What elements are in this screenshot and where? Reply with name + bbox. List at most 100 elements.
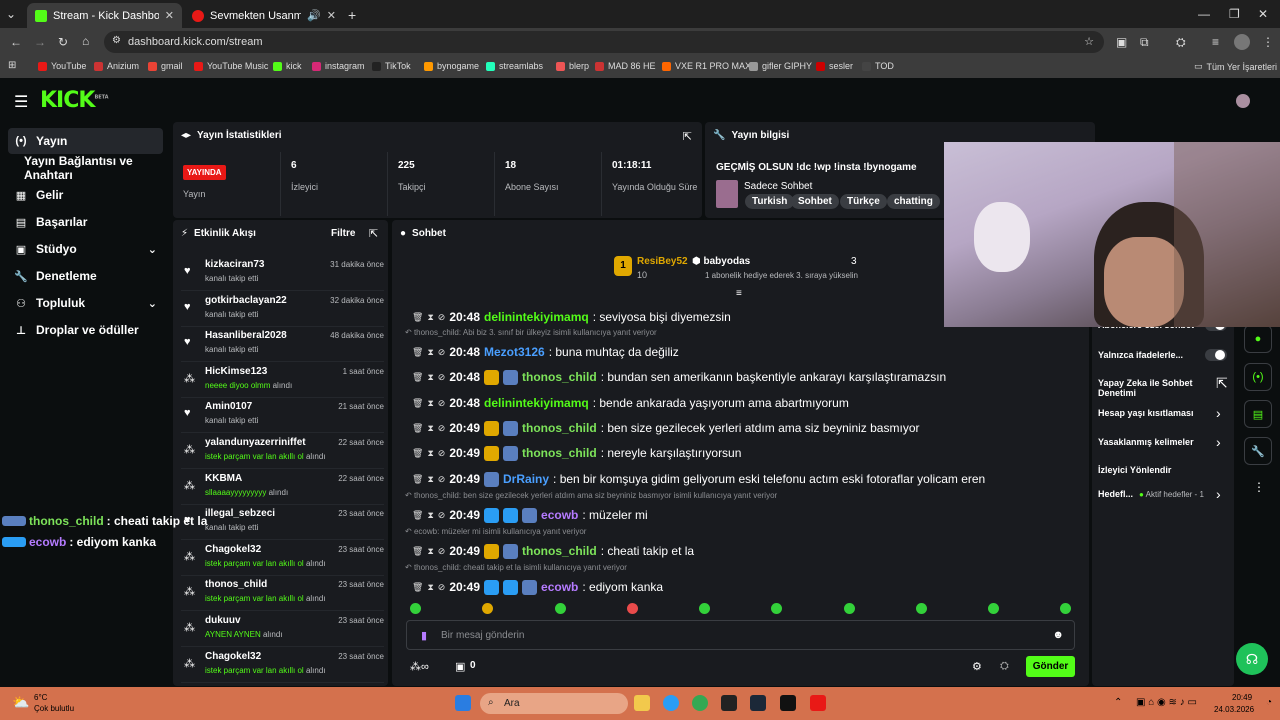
bookmark-star-icon[interactable]: ☆ xyxy=(1084,35,1094,48)
bookmark-item[interactable]: MAD 86 HE xyxy=(595,61,656,71)
delete-icon[interactable]: 🗑 xyxy=(412,398,423,409)
activity-item[interactable]: ⁂ yalandunyazerriniffet 22 saat önce istek … xyxy=(181,433,384,469)
toggle-switch[interactable] xyxy=(1205,349,1227,361)
tools-icon[interactable]: 🔧 xyxy=(1244,437,1272,465)
timeout-icon[interactable]: ⧗ xyxy=(427,312,433,323)
tab-search-icon[interactable]: ⌄ xyxy=(6,8,16,20)
emote-icon[interactable] xyxy=(699,603,710,614)
profile-lock-icon[interactable]: ⛭ xyxy=(1176,36,1186,48)
tab-youtube[interactable]: Sevmekten Usanmam | You 🔊 ✕ xyxy=(184,3,344,28)
chat-message[interactable]: 🗑 ⧗ ⊘ 20:48 delinintekiyimamq: seviyosa bişi… xyxy=(412,308,731,326)
new-tab-icon[interactable]: + xyxy=(348,8,356,22)
emote-icon[interactable] xyxy=(771,603,782,614)
delete-icon[interactable]: 🗑 xyxy=(412,372,423,383)
ban-icon[interactable]: ⊘ xyxy=(438,448,446,459)
site-info-icon[interactable]: ⚙ xyxy=(112,35,121,46)
reload-icon[interactable]: ↻ xyxy=(58,36,68,48)
bookmark-item[interactable]: VXE R1 PRO MAX xyxy=(662,61,751,71)
chat-message[interactable]: 🗑 ⧗ ⊘ 20:49 ecowb: müzeler mi xyxy=(412,506,648,524)
delete-icon[interactable]: 🗑 xyxy=(412,510,423,521)
windows-start-icon[interactable] xyxy=(455,695,471,711)
timeout-icon[interactable]: ⧗ xyxy=(427,347,433,358)
timeout-icon[interactable]: ⧗ xyxy=(427,398,433,409)
activity-item[interactable]: ♥ kizkaciran73 31 dakika önce kanalı takip … xyxy=(181,255,384,291)
taskbar-search[interactable]: ⌕ Ara xyxy=(480,693,628,714)
close-tab-icon[interactable]: ✕ xyxy=(165,9,174,22)
chevron-right-icon[interactable]: › xyxy=(1216,405,1221,421)
chat-message[interactable]: 🗑 ⧗ ⊘ 20:48 delinintekiyimamq: bende ankarad… xyxy=(412,394,849,412)
chat-message[interactable]: 🗑 ⧗ ⊘ 20:49 thonos_child: cheati takip et la xyxy=(412,542,694,560)
emote-icon[interactable] xyxy=(844,603,855,614)
activity-item[interactable]: ⁂ HicKimse123 1 saat önce neeee diyoo olmm … xyxy=(181,362,384,398)
timeout-icon[interactable]: ⧗ xyxy=(427,423,433,434)
activity-item[interactable]: ♥ Hasanliberal2028 48 dakika önce kanalı ta… xyxy=(181,326,384,363)
ban-icon[interactable]: ⊘ xyxy=(438,474,446,485)
streaming-app-icon[interactable] xyxy=(810,695,826,711)
timeout-icon[interactable]: ⧗ xyxy=(427,474,433,485)
chat-message[interactable]: 🗑 ⧗ ⊘ 20:49 ecowb: ediyom kanka xyxy=(412,578,663,596)
message-username[interactable]: ecowb xyxy=(541,508,578,522)
popout-icon[interactable]: ⇱ xyxy=(683,130,692,143)
timeout-icon[interactable]: ⧗ xyxy=(427,372,433,383)
chat-settings-icon[interactable]: ⚙ xyxy=(972,660,982,673)
address-bar[interactable]: dashboard.kick.com/stream ☆ ⚙ xyxy=(104,31,1104,53)
bookmark-item[interactable]: gifler GIPHY xyxy=(749,61,812,71)
cards-icon[interactable]: ▤ xyxy=(1244,400,1272,428)
ban-icon[interactable]: ⊘ xyxy=(438,582,446,593)
user-avatar[interactable] xyxy=(1236,94,1250,108)
stream-tag[interactable]: chatting xyxy=(887,194,940,209)
maximize-icon[interactable]: ❐ xyxy=(1229,8,1240,20)
menu-dots-icon[interactable]: ⋮ xyxy=(1262,36,1274,48)
tab-kick-dashboard[interactable]: Stream - Kick Dashboard ✕ xyxy=(27,3,182,28)
ban-icon[interactable]: ⊘ xyxy=(438,312,446,323)
mod-icon[interactable]: ⛭ xyxy=(1000,660,1009,673)
delete-icon[interactable]: 🗑 xyxy=(412,546,423,557)
message-username[interactable]: thonos_child xyxy=(522,370,597,384)
message-username[interactable]: ecowb xyxy=(541,580,578,594)
ban-icon[interactable]: ⊘ xyxy=(438,347,446,358)
activity-item[interactable]: ⁂ dukuuv 23 saat önce AYNEN AYNEN alındı xyxy=(181,611,384,647)
activity-item[interactable]: ♥ Amin0107 21 saat önce kanalı takip etti xyxy=(181,397,384,434)
bookmark-item[interactable]: kick xyxy=(273,61,302,71)
nav-item-7[interactable]: ⚇ Topluluk ⌄ xyxy=(8,290,163,316)
chevron-right-icon[interactable]: › xyxy=(1216,486,1221,502)
filter-button[interactable]: Filtre xyxy=(331,228,355,239)
emote-icon[interactable] xyxy=(410,603,421,614)
emote-icon[interactable] xyxy=(916,603,927,614)
timeout-icon[interactable]: ⧗ xyxy=(427,448,433,459)
send-button[interactable]: Gönder xyxy=(1026,656,1075,677)
popout-icon[interactable]: ⇱ xyxy=(369,227,378,240)
community-icon[interactable]: ⁂∞ xyxy=(410,660,429,673)
bookmark-item[interactable]: YouTube Music xyxy=(194,61,268,71)
delete-icon[interactable]: 🗑 xyxy=(412,582,423,593)
nav-item-3[interactable]: ▦ Gelir xyxy=(8,182,163,208)
delete-icon[interactable]: 🗑 xyxy=(412,474,423,485)
bookmark-item[interactable]: instagram xyxy=(312,61,365,71)
message-username[interactable]: Mezot3126 xyxy=(484,345,545,359)
forward-icon[interactable]: → xyxy=(34,36,46,48)
ban-icon[interactable]: ⊘ xyxy=(438,510,446,521)
chat-setting-item[interactable]: Hedefl... ● Aktif hedefler - 1 xyxy=(1098,489,1204,499)
extension-icon[interactable]: ▣ xyxy=(1116,36,1127,48)
bookmark-item[interactable]: YouTube xyxy=(38,61,86,71)
nav-item-6[interactable]: 🔧 Denetleme xyxy=(8,263,163,289)
bookmark-item[interactable]: gmail xyxy=(148,61,183,71)
timeout-icon[interactable]: ⧗ xyxy=(427,510,433,521)
close-tab-icon[interactable]: ✕ xyxy=(327,9,336,22)
delete-icon[interactable]: 🗑 xyxy=(412,448,423,459)
extensions-puzzle-icon[interactable]: ⧉ xyxy=(1140,36,1149,48)
profile-avatar[interactable] xyxy=(1234,34,1250,50)
emote-icon[interactable] xyxy=(482,603,493,614)
chat-setting-item[interactable]: İzleyici Yönlendir xyxy=(1098,465,1171,475)
delete-icon[interactable]: 🗑 xyxy=(412,423,423,434)
epic-games-icon[interactable] xyxy=(780,695,796,711)
bookmark-item[interactable]: TOD xyxy=(862,61,894,71)
message-username[interactable]: DrRainy xyxy=(503,472,549,486)
chat-message[interactable]: 🗑 ⧗ ⊘ 20:49 DrRainy: ben bir komşuya gidim g… xyxy=(412,470,985,488)
emote-icon[interactable] xyxy=(627,603,638,614)
chat-message[interactable]: 🗑 ⧗ ⊘ 20:48 thonos_child: bundan sen amerika… xyxy=(412,368,946,386)
nav-item-8[interactable]: ⊥ Droplar ve ödüller xyxy=(8,317,163,343)
bookmark-item[interactable]: sesler xyxy=(816,61,853,71)
delete-icon[interactable]: 🗑 xyxy=(412,347,423,358)
tray-icons[interactable]: ▣ ⌂ ◉ ≋ ♪ ▭ xyxy=(1136,697,1197,708)
